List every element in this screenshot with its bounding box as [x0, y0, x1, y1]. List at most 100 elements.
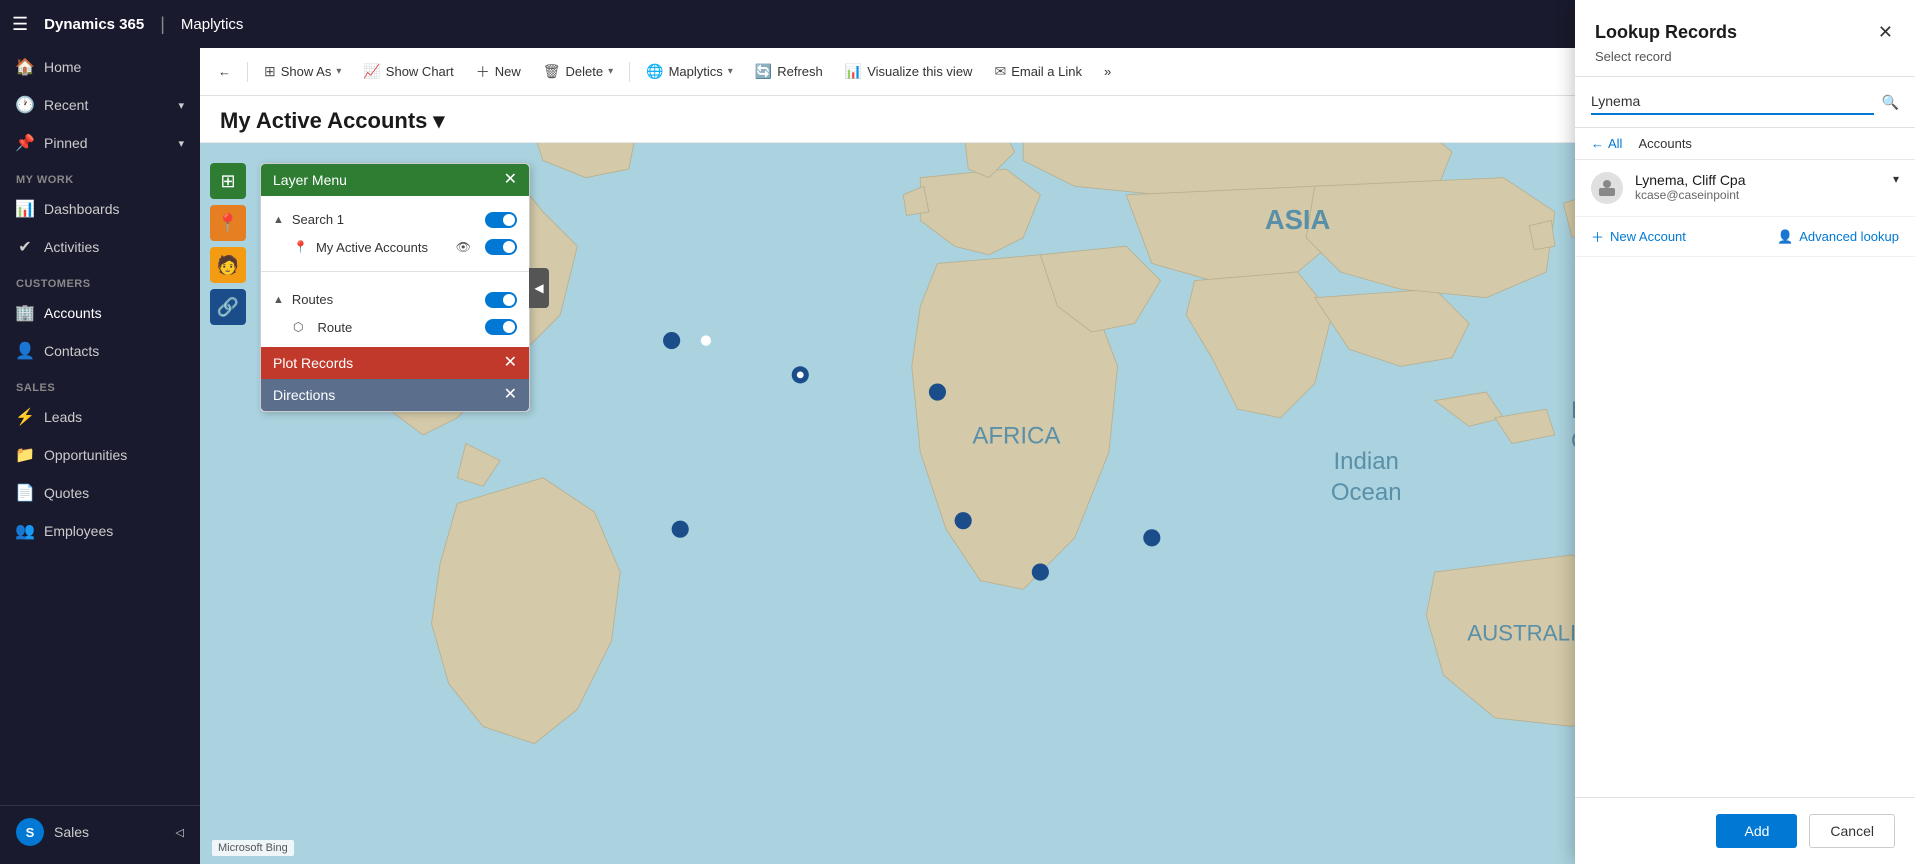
lookup-footer: Add Cancel — [1575, 797, 1915, 864]
layer-search-section: ▲ Search 1 📍 My Active Accounts 👁 — [261, 196, 529, 267]
layer-menu-header: Layer Menu ✕ — [261, 164, 529, 196]
filter-back-button[interactable]: ← All — [1591, 136, 1622, 151]
maplytics-button[interactable]: 🌐 Maplytics ▾ — [636, 57, 743, 86]
lookup-subtitle: Select record — [1595, 49, 1895, 64]
show-chart-button[interactable]: 📈 Show Chart — [353, 57, 463, 86]
filter-accounts-label: Accounts — [1638, 136, 1691, 151]
new-account-button[interactable]: ＋ New Account — [1591, 227, 1686, 246]
eye-icon[interactable]: 👁 — [456, 240, 471, 254]
sidebar-item-leads[interactable]: ⚡ Leads — [0, 398, 200, 436]
route-label: Route — [317, 320, 477, 335]
visualize-label: Visualize this view — [867, 64, 972, 79]
refresh-button[interactable]: 🔄 Refresh — [745, 57, 833, 86]
sidebar-recent-label: Recent — [44, 97, 88, 113]
view-dropdown-icon[interactable]: ▾ — [433, 108, 444, 134]
contacts-icon: 👤 — [16, 342, 34, 360]
main-layout: 🏠 Home 🕐 Recent ▾ 📌 Pinned ▾ My Work 📊 D… — [0, 48, 1915, 864]
routes-chevron-icon[interactable]: ▲ — [273, 294, 284, 306]
sidebar-item-contacts[interactable]: 👤 Contacts — [0, 332, 200, 370]
add-button[interactable]: Add — [1716, 814, 1797, 848]
back-arrow-icon: ← — [1591, 136, 1604, 151]
route-toggle[interactable] — [485, 319, 517, 335]
result-expand-icon[interactable]: ▾ — [1893, 172, 1899, 186]
sidebar-bottom-sales[interactable]: S Sales ◁ — [0, 805, 200, 856]
lookup-filter-row: ← All Accounts — [1575, 128, 1915, 160]
nav-divider: | — [160, 14, 165, 35]
cancel-button[interactable]: Cancel — [1809, 814, 1895, 848]
sidebar-home-label: Home — [44, 59, 81, 75]
lookup-header: Lookup Records ✕ Select record — [1575, 48, 1915, 77]
search1-toggle[interactable] — [485, 212, 517, 228]
sidebar-dashboards-label: Dashboards — [44, 201, 120, 217]
directions-label: Directions — [273, 387, 335, 403]
section-mywork: My Work — [0, 162, 200, 190]
new-button[interactable]: ＋ New — [466, 56, 531, 88]
sidebar-item-home[interactable]: 🏠 Home — [0, 48, 200, 86]
sidebar-item-recent[interactable]: 🕐 Recent ▾ — [0, 86, 200, 124]
delete-chevron-icon: ▾ — [608, 66, 613, 77]
result-info: Lynema, Cliff Cpa kcase@caseinpoint — [1635, 172, 1881, 202]
sidebar-bottom-label: Sales — [54, 824, 89, 840]
layer-menu-title: Layer Menu — [273, 172, 347, 188]
layer-divider-1 — [261, 271, 529, 272]
new-account-label: New Account — [1610, 229, 1686, 244]
layer-route-row: ⬡ Route — [273, 315, 517, 339]
hamburger-icon[interactable]: ☰ — [12, 14, 28, 35]
sidebar-item-activities[interactable]: ✔ Activities — [0, 228, 200, 266]
svg-text:ASIA: ASIA — [1265, 204, 1331, 235]
accounts-layer-toggle[interactable] — [485, 239, 517, 255]
layer-menu-icon[interactable]: ⊞ — [210, 163, 246, 199]
view-title: My Active Accounts ▾ — [220, 108, 444, 134]
layer-menu-close-button[interactable]: ✕ — [504, 172, 517, 188]
advanced-lookup-button[interactable]: 👤 Advanced lookup — [1777, 229, 1899, 245]
show-as-icon: ⊞ — [264, 63, 276, 80]
route-icon: ⬡ — [293, 320, 303, 334]
delete-button[interactable]: 🗑 Delete ▾ — [533, 57, 623, 86]
layer-routes-row: ▲ Routes — [273, 284, 517, 315]
sidebar-item-pinned[interactable]: 📌 Pinned ▾ — [0, 124, 200, 162]
result-name: Lynema, Cliff Cpa — [1635, 172, 1881, 188]
visualize-button[interactable]: 📊 Visualize this view — [835, 57, 983, 86]
layers-icon: ⊞ — [220, 171, 235, 192]
email-link-button[interactable]: ✉ Email a Link — [984, 57, 1092, 86]
sidebar-contacts-label: Contacts — [44, 343, 99, 359]
sidebar-item-employees[interactable]: 👥 Employees — [0, 512, 200, 550]
more-button[interactable]: » — [1094, 58, 1121, 85]
routes-toggle[interactable] — [485, 292, 517, 308]
svg-text:Ocean: Ocean — [1331, 479, 1402, 506]
back-icon: ← — [218, 64, 231, 79]
sidebar-pinned-label: Pinned — [44, 135, 88, 151]
lookup-result-item[interactable]: Lynema, Cliff Cpa kcase@caseinpoint ▾ — [1575, 160, 1915, 217]
directions-close-button[interactable]: ✕ — [504, 387, 517, 403]
lookup-search-button[interactable]: 🔍 — [1882, 94, 1899, 111]
lookup-actions-row: ＋ New Account 👤 Advanced lookup — [1575, 217, 1915, 257]
network-icon[interactable]: 🔗 — [210, 289, 246, 325]
sidebar-item-accounts[interactable]: 🏢 Accounts — [0, 294, 200, 332]
person-location-icon[interactable]: 🧑 — [210, 247, 246, 283]
plot-records-label: Plot Records — [273, 355, 353, 371]
pin-location-icon[interactable]: 📍 — [210, 205, 246, 241]
back-button[interactable]: ← — [208, 58, 241, 85]
plot-records-bar: Plot Records ✕ — [261, 347, 529, 379]
sidebar-item-opportunities[interactable]: 📁 Opportunities — [0, 436, 200, 474]
sidebar-item-dashboards[interactable]: 📊 Dashboards — [0, 190, 200, 228]
advanced-lookup-label: Advanced lookup — [1799, 229, 1899, 244]
layer-routes-section: ▲ Routes ⬡ Route — [261, 276, 529, 347]
section-customers: Customers — [0, 266, 200, 294]
layer-menu-collapse-icon[interactable]: ◀ — [529, 268, 549, 308]
sidebar-leads-label: Leads — [44, 409, 82, 425]
sidebar-employees-label: Employees — [44, 523, 113, 539]
filter-all-label: All — [1608, 136, 1622, 151]
lookup-search-input[interactable] — [1591, 89, 1874, 115]
pinned-icon: 📌 — [16, 134, 34, 152]
recent-icon: 🕐 — [16, 96, 34, 114]
sidebar-opportunities-label: Opportunities — [44, 447, 127, 463]
svg-text:AUSTRALIA: AUSTRALIA — [1467, 621, 1591, 646]
search1-chevron-icon[interactable]: ▲ — [273, 214, 284, 226]
sidebar-item-quotes[interactable]: 📄 Quotes — [0, 474, 200, 512]
leads-icon: ⚡ — [16, 408, 34, 426]
show-as-button[interactable]: ⊞ Show As ▾ — [254, 57, 351, 86]
plot-records-close-button[interactable]: ✕ — [504, 355, 517, 371]
svg-text:AFRICA: AFRICA — [972, 422, 1060, 449]
module-name: Maplytics — [181, 16, 244, 33]
